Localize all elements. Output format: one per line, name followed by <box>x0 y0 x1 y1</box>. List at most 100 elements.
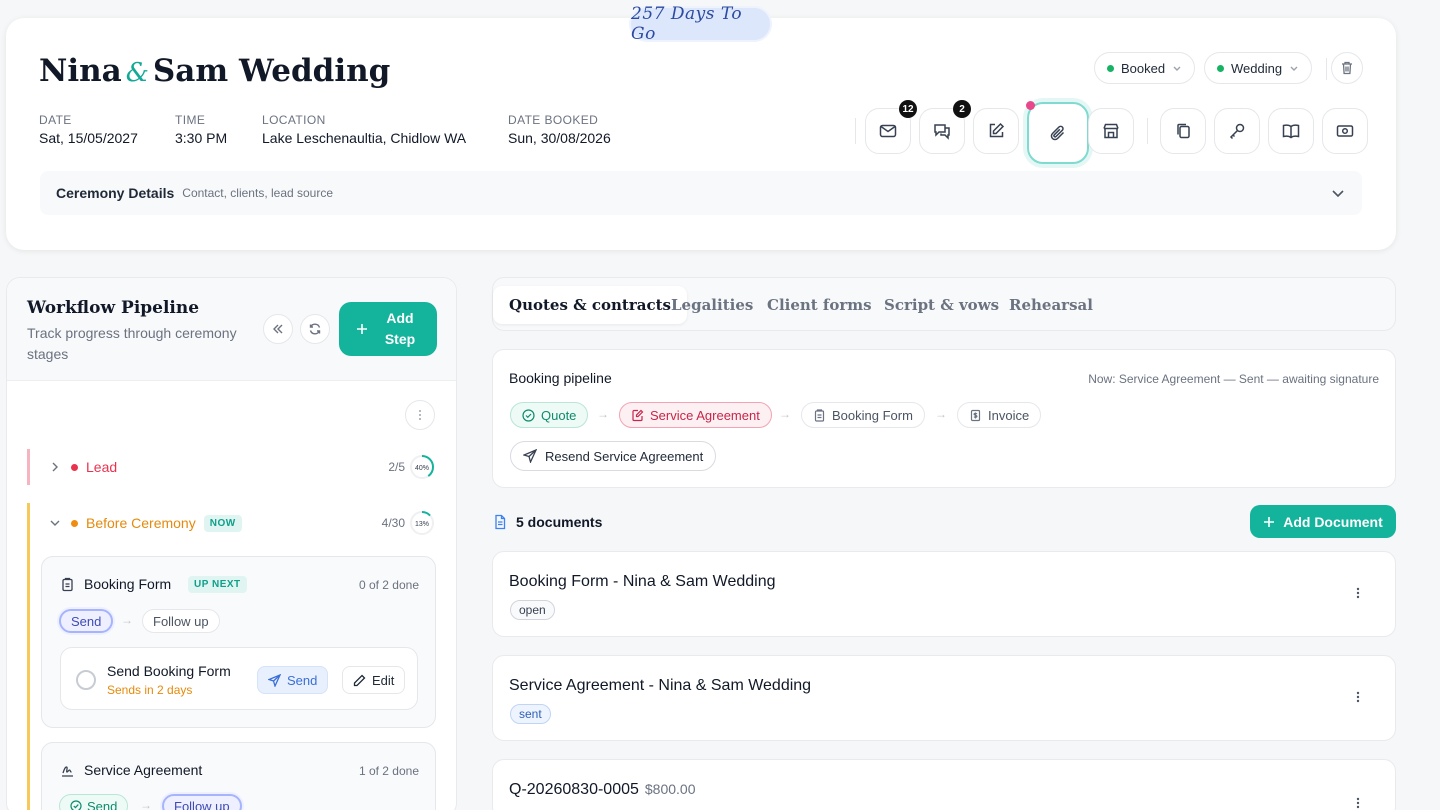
subtask-edit-label: Edit <box>372 672 395 688</box>
edit-notes-button[interactable] <box>973 108 1019 154</box>
subtask-send-booking-form: Send Booking Form Sends in 2 days Send E… <box>60 647 418 710</box>
subtask-edit-button[interactable]: Edit <box>342 666 406 694</box>
resend-service-agreement-button[interactable]: Resend Service Agreement <box>510 441 717 471</box>
delete-button[interactable] <box>1331 52 1363 84</box>
event-header-card: Nina & Sam Wedding Booked Wedding DATE S… <box>6 18 1396 250</box>
documents-count-label: 5 documents <box>516 514 603 530</box>
book-open-icon <box>1281 121 1301 141</box>
event-type-select-value: Wedding <box>1231 60 1283 76</box>
pipeline-step-booking-form-label: Booking Form <box>832 407 913 423</box>
chat-icon <box>932 121 952 141</box>
add-document-button[interactable]: Add Document <box>1250 505 1396 538</box>
document-card[interactable]: Q-20260830-0005 $800.00 <box>492 759 1396 810</box>
event-title-name-left: Nina <box>39 53 122 89</box>
more-vertical-icon[interactable] <box>1351 690 1365 704</box>
pipeline-step-service-agreement[interactable]: Service Agreement <box>619 402 772 428</box>
more-vertical-icon[interactable] <box>1351 586 1365 600</box>
workflow-more-button[interactable] <box>405 400 435 430</box>
pipeline-step-quote[interactable]: Quote <box>510 402 589 428</box>
subtask-name: Send Booking Form <box>107 663 231 679</box>
stage-before-progress: 13% <box>409 510 435 536</box>
task-service-agreement: Service Agreement 1 of 2 done Send → Fol… <box>41 742 436 810</box>
copy-button[interactable] <box>1160 108 1206 154</box>
arrow-right-icon: → <box>597 407 609 421</box>
document-card[interactable]: Service Agreement - Nina & Sam Wedding s… <box>492 655 1396 741</box>
arrow-right-icon: → <box>779 407 791 421</box>
clipboard-copy-icon <box>1173 121 1193 141</box>
task-booking-form-done: 0 of 2 done <box>358 578 419 592</box>
chevron-down-icon <box>1330 185 1346 201</box>
meta-location: LOCATION Lake Leschenaultia, Chidlow WA <box>262 113 466 146</box>
stage-lead-pct: 40% <box>415 465 429 472</box>
step-send-chip[interactable]: Send <box>59 609 114 633</box>
pipeline-step-booking-form[interactable]: Booking Form <box>801 402 925 428</box>
ceremony-details-toggle[interactable]: Ceremony Details Contact, clients, lead … <box>40 171 1362 215</box>
pencil-icon <box>353 674 366 687</box>
pipeline-step-quote-label: Quote <box>541 407 577 423</box>
store-icon <box>1101 121 1121 141</box>
stage-before-ceremony[interactable]: Before Ceremony NOW 4/30 13% <box>27 505 439 541</box>
event-title: Nina & Sam Wedding <box>39 53 390 89</box>
workflow-title: Workflow Pipeline <box>27 298 200 318</box>
meta-date-booked-label: DATE BOOKED <box>508 113 599 127</box>
step-send-done-chip[interactable]: Send <box>59 794 129 810</box>
task-service-agreement-done: 1 of 2 done <box>358 764 419 778</box>
status-select[interactable]: Booked <box>1094 52 1196 84</box>
key-button[interactable] <box>1214 108 1260 154</box>
booking-pipeline-title: Booking pipeline <box>509 370 612 386</box>
chat-count-badge: 2 <box>953 100 971 118</box>
tab-rehearsal[interactable]: Rehearsal <box>993 286 1109 324</box>
status-dot <box>1107 64 1114 72</box>
subtask-send-button[interactable]: Send <box>257 666 329 694</box>
document-title: Service Agreement - Nina & Sam Wedding <box>509 677 812 694</box>
add-document-label: Add Document <box>1283 513 1383 530</box>
documents-count: 5 documents <box>492 514 602 530</box>
pipeline-step-invoice[interactable]: Invoice <box>957 402 1042 428</box>
invoice-icon <box>969 409 982 422</box>
refresh-icon <box>308 322 322 336</box>
subtask-checkbox[interactable] <box>76 670 96 690</box>
add-step-button[interactable]: Add Step <box>339 302 437 356</box>
cash-icon <box>1335 121 1355 141</box>
meta-date-value: Sat, 15/05/2027 <box>39 130 138 146</box>
mail-icon <box>878 121 898 141</box>
stage-before-name: Before Ceremony <box>86 515 196 531</box>
attachments-button[interactable] <box>1026 101 1089 164</box>
check-circle-icon <box>70 800 82 810</box>
more-vertical-icon[interactable] <box>1351 796 1365 810</box>
vendor-button[interactable] <box>1088 108 1134 154</box>
send-icon <box>268 673 281 687</box>
step-follow-up-active-chip[interactable]: Follow up <box>162 794 242 810</box>
document-icon <box>492 514 508 530</box>
meta-date-booked: DATE BOOKED Sun, 30/08/2026 <box>508 113 611 146</box>
arrow-right-icon: → <box>121 613 133 627</box>
document-title: Booking Form - Nina & Sam Wedding <box>509 573 776 590</box>
trash-icon <box>1339 60 1355 76</box>
more-vertical-icon <box>413 408 427 422</box>
workflow-panel: Workflow Pipeline Track progress through… <box>6 277 457 810</box>
stage-lead[interactable]: Lead 2/5 40% <box>27 449 439 485</box>
arrow-right-icon: → <box>935 407 947 421</box>
ceremony-details-subtitle: Contact, clients, lead source <box>182 186 334 200</box>
book-button[interactable] <box>1268 108 1314 154</box>
divider <box>1326 58 1327 80</box>
payment-button[interactable] <box>1322 108 1368 154</box>
ceremony-details-title: Ceremony Details <box>56 185 175 201</box>
stage-lead-name: Lead <box>86 459 118 475</box>
collapse-button[interactable] <box>263 314 293 344</box>
step-follow-up-chip[interactable]: Follow up <box>142 609 220 633</box>
document-tabs: Quotes & contracts Legalities Client for… <box>492 277 1396 331</box>
key-icon <box>1227 121 1247 141</box>
document-card[interactable]: Booking Form - Nina & Sam Wedding open <box>492 551 1396 637</box>
task-service-agreement-title: Service Agreement <box>84 762 203 778</box>
chat-button[interactable]: 2 <box>919 100 971 154</box>
event-title-name-right: Sam Wedding <box>152 53 391 89</box>
resend-service-agreement-label: Resend Service Agreement <box>545 448 704 464</box>
meta-date-booked-value: Sun, 30/08/2026 <box>508 130 611 146</box>
arrow-right-icon: → <box>140 798 152 810</box>
refresh-button[interactable] <box>300 314 330 344</box>
paperclip-icon <box>1048 123 1068 143</box>
event-type-dot <box>1217 64 1224 72</box>
email-button[interactable]: 12 <box>865 100 917 154</box>
event-type-select[interactable]: Wedding <box>1204 52 1313 84</box>
